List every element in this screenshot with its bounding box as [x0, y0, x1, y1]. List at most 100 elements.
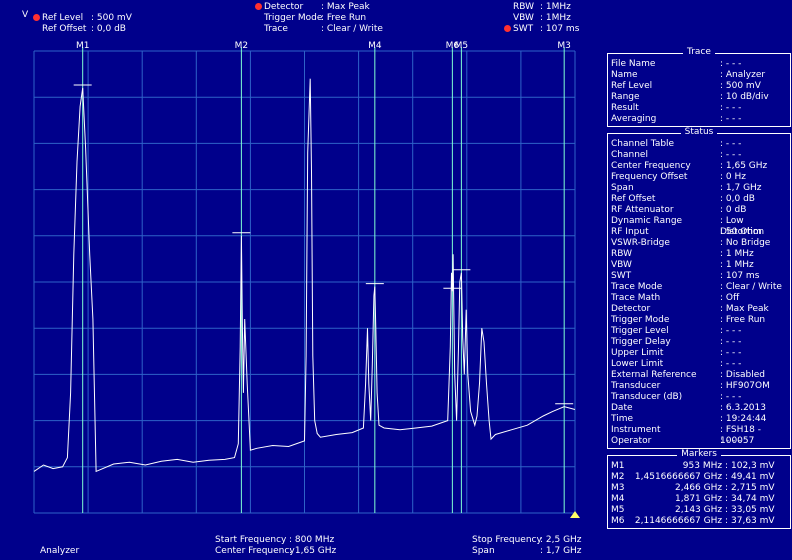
status-info-row: Time : 19:24:44: [608, 414, 790, 425]
trace-info-row: File Name: - - -: [608, 59, 790, 70]
trace-info-value: : - - -: [720, 103, 742, 113]
status-info-value: : 19:24:44: [720, 414, 767, 424]
marker-id: M3: [611, 483, 625, 493]
status-info-row: Detector : Max Peak: [608, 304, 790, 315]
marker-row[interactable]: M6 2,1146666667 GHz :37,63 mV: [608, 516, 790, 527]
status-info-value: : Free Run: [720, 315, 766, 325]
status-info-row: Trace Math : Off: [608, 293, 790, 304]
status-info-key: Date: [611, 403, 633, 413]
marker-level: 2,715 mV: [731, 483, 775, 493]
status-info-value: : 1 MHz: [720, 260, 754, 270]
marker-frequency: 2,1146666667 GHz :: [634, 516, 728, 526]
trace-panel: Trace File Name: - - - Name : Analyzer Ref …: [607, 47, 791, 127]
status-info-value: : Disabled: [720, 370, 765, 380]
trace-info-value: : Analyzer: [720, 70, 766, 80]
status-info-key: Span: [611, 183, 634, 193]
status-info-row: SWT : 107 ms: [608, 271, 790, 282]
status-info-key: Dynamic Range: [611, 216, 683, 226]
status-info-row: Trigger Level : - - -: [608, 326, 790, 337]
status-info-key: Operator: [611, 436, 652, 446]
marker-label-m1: M1: [76, 41, 90, 51]
status-info-value: : Off: [720, 293, 740, 303]
status-info-key: Time: [611, 414, 634, 424]
marker-row[interactable]: M5 2,143 GHz :33,05 mV: [608, 505, 790, 516]
status-info-value: : Clear / Write: [720, 282, 782, 292]
marker-level: 102,3 mV: [731, 461, 775, 471]
status-info-value: : - - -: [720, 359, 742, 369]
trace-info-row: Name : Analyzer: [608, 70, 790, 81]
status-info-value: : - - -: [720, 348, 742, 358]
status-info-key: VSWR-Bridge: [611, 238, 670, 248]
marker-frequency: 2,466 GHz :: [675, 483, 728, 493]
marker-lines: M1 M2 M4 M6M5 M3: [73, 41, 574, 513]
scroll-arrow-icon[interactable]: [570, 511, 580, 518]
status-info-row: Center Frequency: 1,65 GHz: [608, 161, 790, 172]
status-info-key: VBW: [611, 260, 632, 270]
status-info-key: External Reference: [611, 370, 697, 380]
marker-row[interactable]: M2 1,4516666667 GHz :49,41 mV: [608, 472, 790, 483]
status-info-value: : - - -: [720, 326, 742, 336]
status-info-row: VSWR-Bridge : No Bridge: [608, 238, 790, 249]
start-frequency-label: Start Frequency: [215, 535, 287, 545]
marker-row[interactable]: M1 953 MHz :102,3 mV: [608, 461, 790, 472]
status-panel: Status Channel Table: - - - Channel: - - …: [607, 127, 791, 449]
status-info-value: : - - -: [720, 150, 742, 160]
status-info-value: : 6.3.2013: [720, 403, 766, 413]
status-info-key: Trigger Level: [611, 326, 669, 336]
status-info-value: : 107 ms: [720, 271, 760, 281]
status-info-row: Operator : - - -: [608, 436, 790, 447]
marker-id: M4: [611, 494, 625, 504]
marker-id: M1: [611, 461, 625, 471]
status-info-key: Trace Mode: [611, 282, 663, 292]
status-info-key: Detector: [611, 304, 651, 314]
marker-frequency: 953 MHz :: [682, 461, 728, 471]
status-info-row: RBW: 1 MHz: [608, 249, 790, 260]
status-info-value: : No Bridge: [720, 238, 771, 248]
status-info-row: Dynamic Range: Low Distortion: [608, 216, 790, 237]
status-info-row: Trigger Delay: - - -: [608, 337, 790, 348]
status-info-row: Lower Limit : - - -: [608, 359, 790, 370]
status-info-key: RF Attenuator: [611, 205, 674, 215]
marker-row[interactable]: M4 1,871 GHz :34,74 mV: [608, 494, 790, 505]
marker-level: 34,74 mV: [731, 494, 775, 504]
trace-info-value: : - - -: [720, 114, 742, 124]
status-info-key: Transducer: [611, 381, 661, 391]
plot-grid: [33, 50, 576, 514]
trace-panel-title: Trace: [683, 47, 715, 57]
marker-id: M6: [611, 516, 625, 526]
center-frequency-label: Center Frequency: [215, 546, 295, 556]
status-info-key: Channel: [611, 150, 648, 160]
trace-info-row: Result: - - -: [608, 103, 790, 114]
status-info-row: Transducer (dB): - - -: [608, 392, 790, 403]
marker-label-m3: M3: [557, 41, 571, 51]
marker-frequency: 1,4516666667 GHz :: [634, 472, 728, 482]
marker-label-m2: M2: [235, 41, 249, 51]
status-info-row: VBW : 1 MHz: [608, 260, 790, 271]
status-info-row: Ref Offset: 0,0 dB: [608, 194, 790, 205]
trace-info-row: Range: 10 dB/div: [608, 92, 790, 103]
status-info-value: : 0,0 dB: [720, 194, 755, 204]
status-info-value: : 1,7 GHz: [720, 183, 762, 193]
marker-level: 49,41 mV: [731, 472, 775, 482]
status-info-key: SWT: [611, 271, 632, 281]
status-info-value: : Max Peak: [720, 304, 769, 314]
spectrum-plot[interactable]: M1 M2 M4 M6M5 M3: [0, 0, 600, 535]
marker-id: M5: [611, 505, 625, 515]
status-info-value: : 1 MHz: [720, 249, 754, 259]
center-frequency-value: : 1,65 GHz: [289, 546, 337, 556]
marker-row[interactable]: M3 2,466 GHz :2,715 mV: [608, 483, 790, 494]
status-info-key: Lower Limit: [611, 359, 664, 369]
span-label: Span: [472, 546, 495, 556]
status-info-row: Transducer: HF907OM: [608, 381, 790, 392]
status-info-key: RF Input: [611, 227, 649, 237]
marker-frequency: 2,143 GHz :: [675, 505, 728, 515]
status-info-row: Channel : - - -: [608, 150, 790, 161]
status-info-row: Upper Limit: - - -: [608, 348, 790, 359]
status-info-key: Trace Math: [611, 293, 661, 303]
trace-info-key: Ref Level: [611, 81, 653, 91]
trace-info-value: : 500 mV: [720, 81, 761, 91]
status-info-row: Date : 6.3.2013: [608, 403, 790, 414]
status-info-value: : - - -: [720, 436, 742, 446]
trace-info-key: Name: [611, 70, 638, 80]
status-info-row: Trigger Mode: Free Run: [608, 315, 790, 326]
